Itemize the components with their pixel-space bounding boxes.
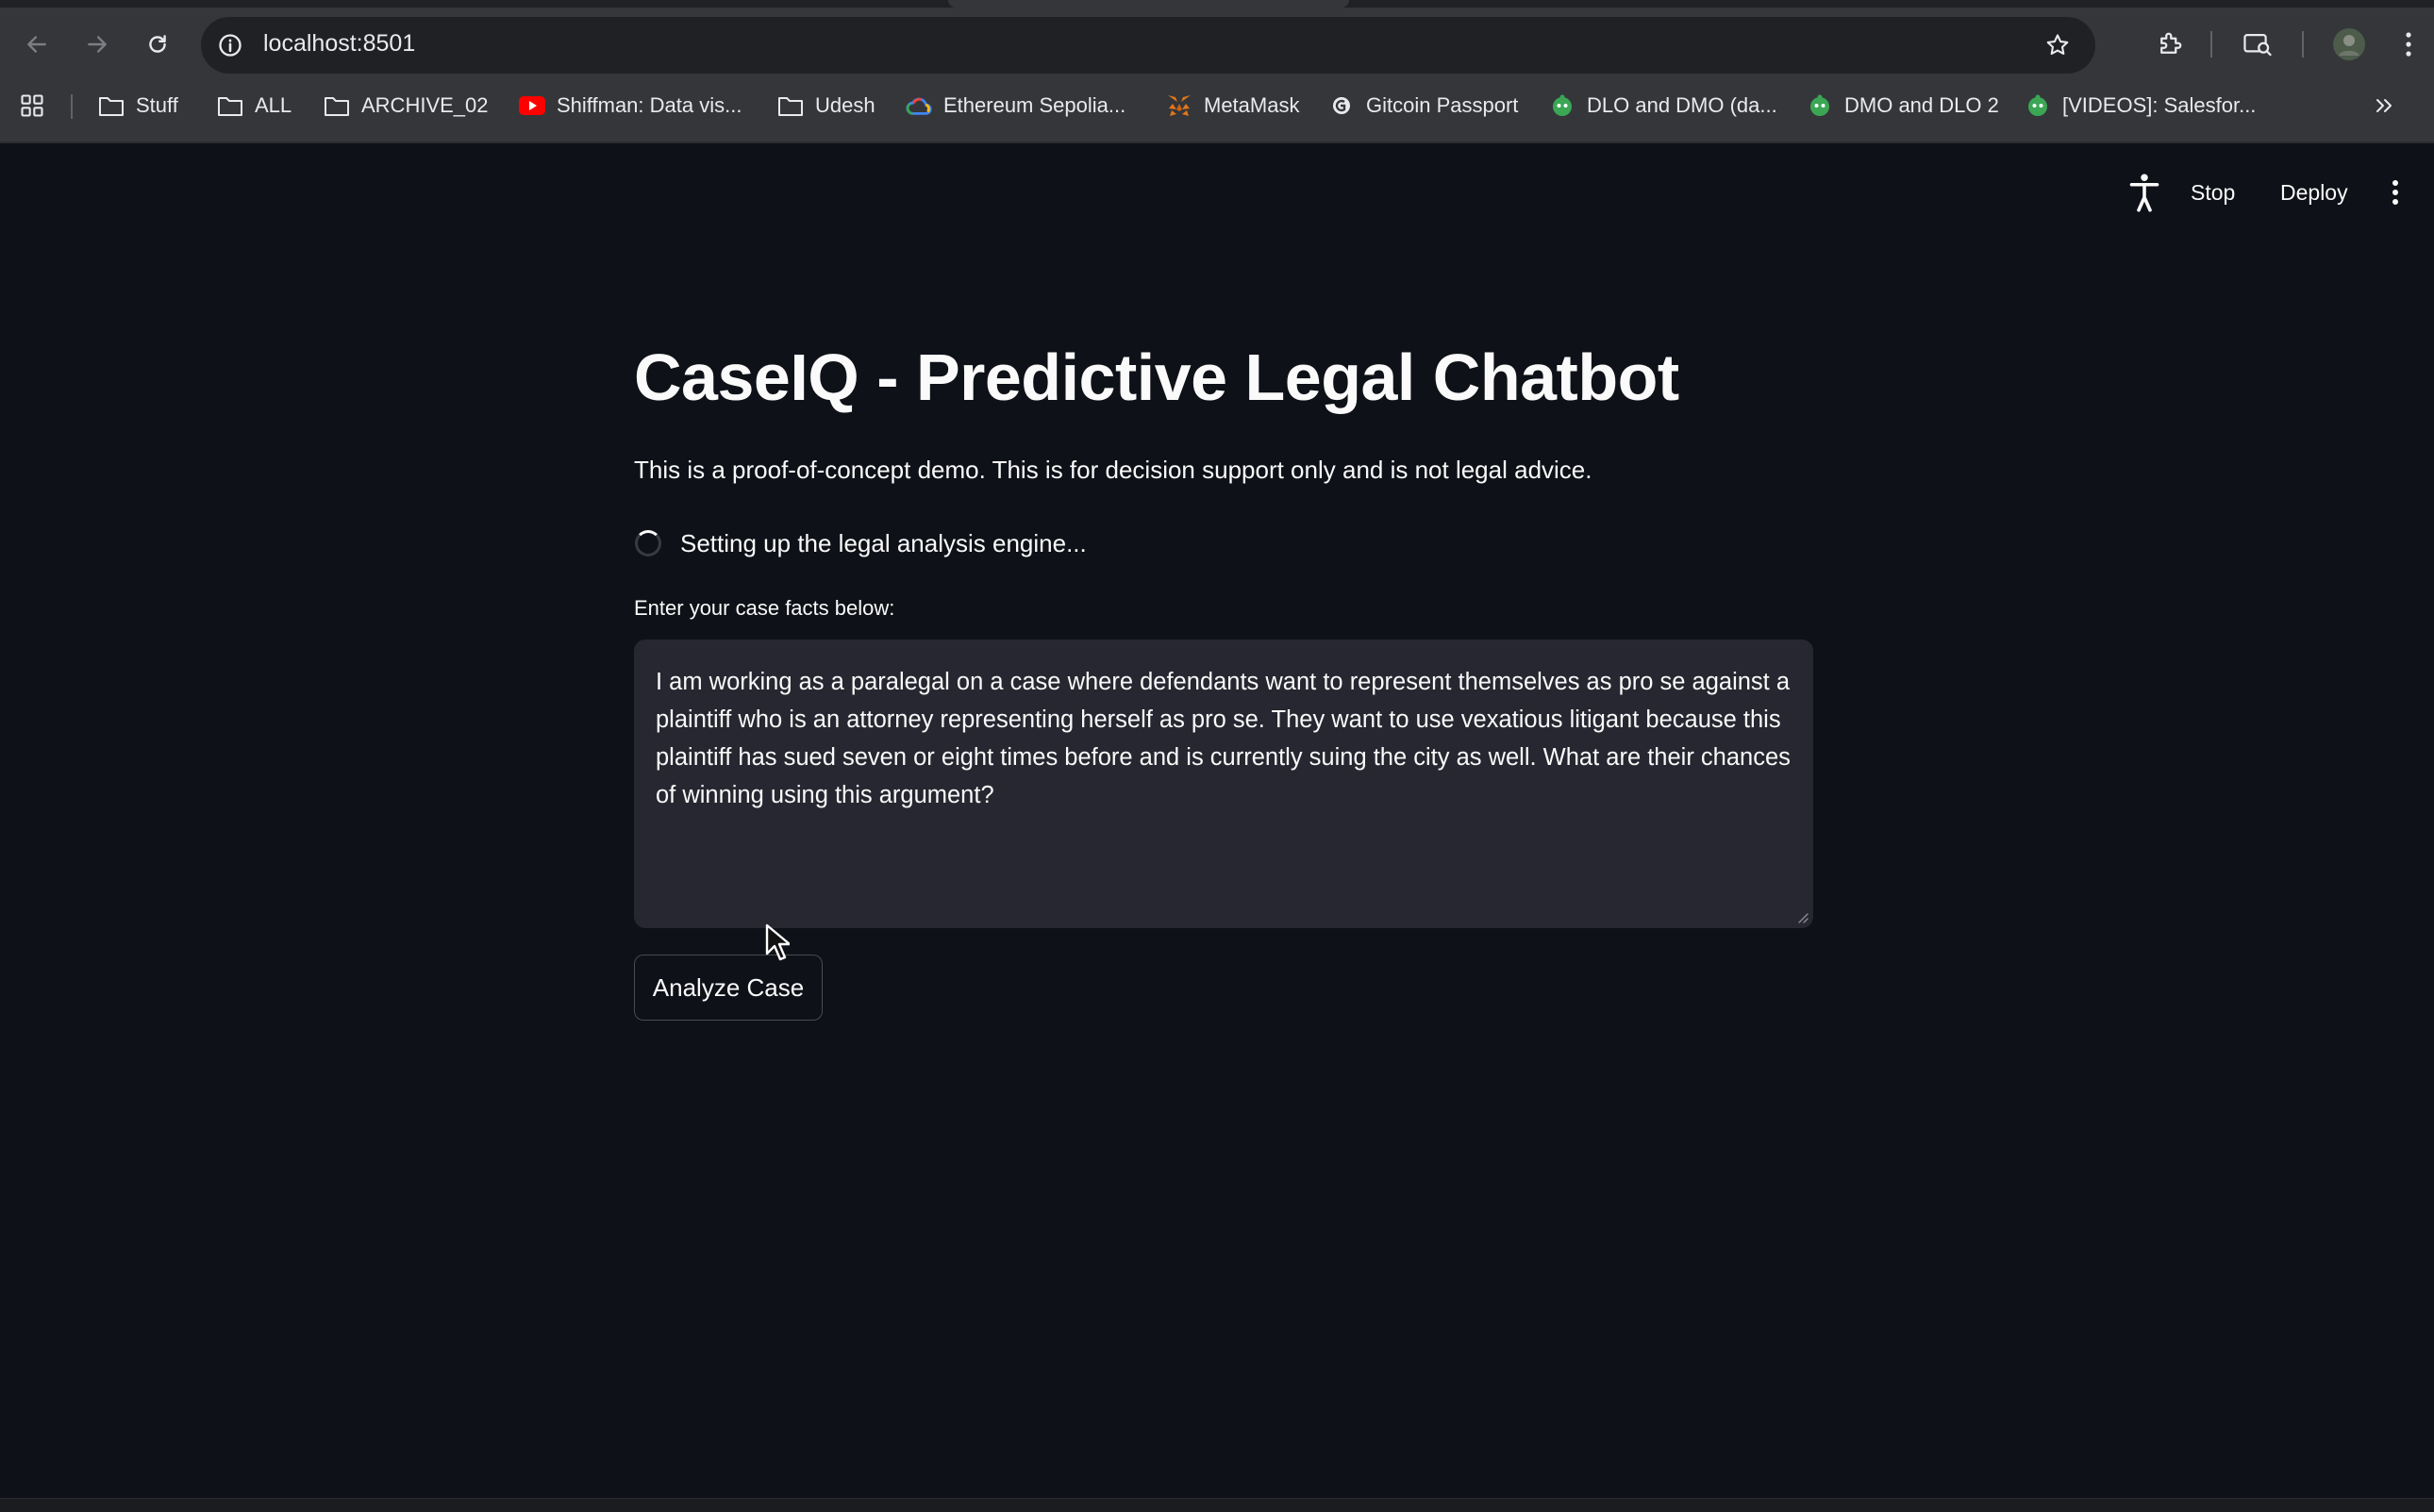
bookmark-label: DMO and DLO 2 [1844, 93, 1999, 117]
bookmark-item[interactable]: Udesh [777, 85, 875, 126]
bookmark-item[interactable]: MetaMask [1166, 85, 1299, 126]
more-bookmarks-button[interactable] [2373, 85, 2395, 126]
bookmarks-bar: Stuff ALL ARCHIVE_02 Shiffman: Data vis.… [0, 85, 2434, 126]
info-icon [219, 34, 242, 57]
accessibility-icon [2129, 174, 2159, 212]
back-arrow-icon [27, 36, 46, 53]
back-button[interactable] [13, 21, 60, 68]
folder-icon [324, 92, 350, 119]
case-facts-label: Enter your case facts below: [634, 596, 895, 620]
bookmark-star-button[interactable] [2041, 28, 2075, 62]
disclaimer-text: This is a proof-of-concept demo. This is… [634, 456, 1592, 484]
app-header: Stop Deploy [0, 143, 2434, 241]
bookmarks-divider [71, 94, 73, 119]
bookmark-item[interactable]: Ethereum Sepolia... [906, 85, 1125, 126]
folder-icon [777, 92, 804, 119]
bookmark-label: MetaMask [1204, 93, 1300, 117]
youtube-icon [519, 92, 545, 119]
toolbar-divider [2210, 31, 2212, 58]
bookmark-label: ALL [255, 93, 292, 117]
bookmark-item[interactable]: DMO and DLO 2 [1807, 85, 1999, 126]
active-tab[interactable] [948, 0, 1349, 8]
bookmark-item[interactable]: Stuff [98, 85, 178, 126]
address-bar[interactable]: localhost:8501 [201, 17, 2095, 74]
apps-grid-icon [21, 94, 43, 117]
google-cloud-icon [906, 92, 932, 119]
chrome-menu-button[interactable] [2385, 21, 2432, 68]
accessibility-button[interactable] [2124, 172, 2165, 213]
profile-avatar-icon [2333, 28, 2365, 60]
reload-icon [149, 35, 166, 53]
case-facts-container: I am working as a paralegal on a case wh… [634, 640, 1814, 929]
mouse-pointer-icon [765, 923, 790, 961]
bookmark-label: [VIDEOS]: Salesfor... [2062, 93, 2257, 117]
salesforce-astro-icon [1549, 92, 1575, 119]
status-text: Setting up the legal analysis engine... [680, 528, 1087, 557]
stop-button[interactable]: Stop [2191, 172, 2235, 213]
bookmark-item[interactable]: ALL [217, 85, 292, 126]
bookmark-item[interactable]: Gitcoin Passport [1328, 85, 1518, 126]
bookmark-label: Gitcoin Passport [1366, 93, 1519, 117]
toolbar-divider [2302, 31, 2304, 58]
double-chevron-right-icon [2376, 99, 2392, 112]
gitcoin-icon [1328, 92, 1355, 119]
profile-button[interactable] [2326, 21, 2373, 68]
deploy-button[interactable]: Deploy [2280, 172, 2348, 213]
salesforce-astro-icon [1807, 92, 1833, 119]
extensions-button[interactable] [2146, 21, 2193, 68]
forward-arrow-icon [88, 36, 107, 53]
page-title: CaseIQ - Predictive Legal Chatbot [634, 341, 1679, 414]
puzzle-icon [2160, 32, 2182, 54]
loading-spinner-icon [635, 530, 661, 557]
forward-button[interactable] [74, 21, 121, 68]
browser-toolbar: localhost:8501 Stuff ALL ARCHIVE_02 Shif… [0, 0, 2434, 141]
kebab-menu-icon [2392, 180, 2398, 205]
bookmark-item[interactable]: DLO and DMO (da... [1549, 85, 1777, 126]
bookmark-label: Udesh [815, 93, 875, 117]
search-tabs-button[interactable] [2234, 21, 2281, 68]
salesforce-astro-icon [2025, 92, 2051, 119]
resize-handle-icon[interactable] [1795, 910, 1809, 923]
bookmark-item[interactable]: ARCHIVE_02 [324, 85, 489, 126]
bookmark-item[interactable]: Shiffman: Data vis... [519, 85, 742, 126]
tab-search-icon [2243, 34, 2272, 57]
url-text[interactable]: localhost:8501 [263, 30, 415, 58]
bookmark-label: Stuff [136, 93, 178, 117]
bookmark-label: DLO and DMO (da... [1587, 93, 1777, 117]
window-bottom-edge [0, 1498, 2434, 1512]
star-icon [2046, 34, 2069, 56]
bookmark-item[interactable]: [VIDEOS]: Salesfor... [2025, 85, 2256, 126]
analyze-case-button[interactable]: Analyze Case [634, 955, 823, 1021]
folder-icon [98, 92, 125, 119]
tab-strip [0, 0, 2434, 8]
status-spinner-row: Setting up the legal analysis engine... [634, 523, 1087, 564]
metamask-fox-icon [1166, 92, 1192, 119]
apps-shortcut[interactable] [19, 85, 45, 126]
bookmark-label: Ethereum Sepolia... [943, 93, 1126, 117]
folder-icon [217, 92, 243, 119]
case-facts-textarea[interactable]: I am working as a paralegal on a case wh… [635, 640, 1814, 929]
main-menu-button[interactable] [2381, 172, 2409, 213]
reload-button[interactable] [134, 21, 181, 68]
bookmark-label: ARCHIVE_02 [361, 93, 489, 117]
kebab-menu-icon [2406, 32, 2411, 57]
site-info-button[interactable] [214, 29, 246, 61]
bookmark-label: Shiffman: Data vis... [557, 93, 742, 117]
